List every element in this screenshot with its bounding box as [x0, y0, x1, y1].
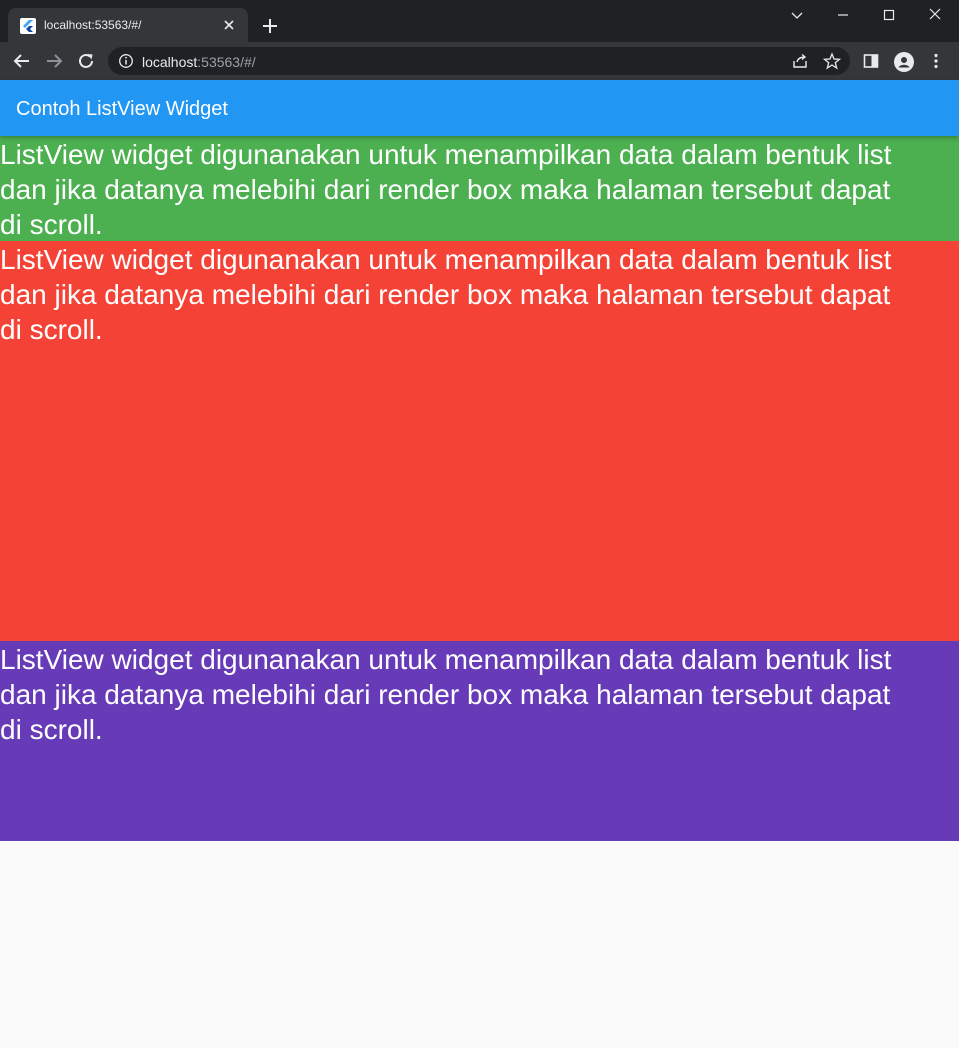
side-panel-icon[interactable]: [862, 52, 880, 70]
share-icon[interactable]: [791, 52, 809, 70]
page-title: Contoh ListView Widget: [16, 98, 228, 120]
browser-tabstrip: localhost:53563/#/: [0, 0, 959, 42]
app-bar: Contoh ListView Widget: [0, 80, 959, 136]
list-item: ListView widget digunanakan untuk menamp…: [0, 241, 959, 641]
tab-close-icon[interactable]: [220, 16, 238, 34]
reload-icon[interactable]: [75, 50, 97, 72]
url-path: :53563/#/: [197, 54, 256, 70]
profile-avatar-icon[interactable]: [894, 52, 914, 72]
tab-search-chevron-down-icon[interactable]: [786, 6, 808, 24]
address-bar[interactable]: localhost:53563/#/: [108, 47, 850, 75]
new-tab-icon[interactable]: [260, 16, 280, 36]
close-window-icon[interactable]: [924, 6, 946, 24]
flutter-favicon-icon: [20, 18, 36, 34]
bookmark-star-icon[interactable]: [822, 52, 842, 70]
tab-title: localhost:53563/#/: [44, 18, 142, 32]
browser-tab[interactable]: localhost:53563/#/: [8, 8, 248, 42]
list-item-text: ListView widget digunanakan untuk menamp…: [0, 244, 892, 345]
maximize-icon[interactable]: [878, 6, 900, 24]
back-arrow-icon[interactable]: [11, 50, 33, 72]
list-item: ListView widget digunanakan untuk menamp…: [0, 641, 959, 841]
minimize-icon[interactable]: [832, 6, 854, 24]
site-info-icon[interactable]: [118, 53, 134, 69]
forward-arrow-icon[interactable]: [43, 50, 65, 72]
browser-toolbar: localhost:53563/#/: [0, 42, 959, 80]
url-text: localhost:53563/#/: [142, 54, 256, 70]
list-item: ListView widget digunanakan untuk menamp…: [0, 136, 959, 241]
url-host: localhost: [142, 54, 198, 70]
list-item-text: ListView widget digunanakan untuk menamp…: [0, 139, 892, 240]
more-menu-icon[interactable]: [927, 52, 945, 70]
list-item-text: ListView widget digunanakan untuk menamp…: [0, 644, 892, 745]
